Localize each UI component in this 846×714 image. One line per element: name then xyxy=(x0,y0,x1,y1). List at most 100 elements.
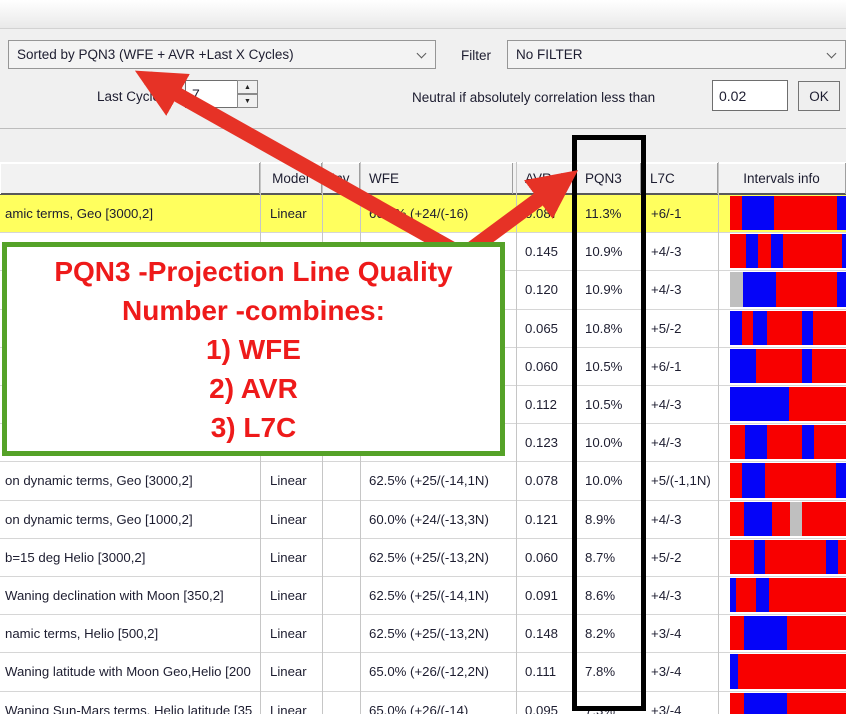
stepper-down-button[interactable]: ▼ xyxy=(237,94,258,108)
table-row[interactable]: Waning declination with Moon [350,2]Line… xyxy=(0,577,846,615)
cell-pqn3: 8.7% xyxy=(585,539,637,576)
last-cycles-label: Last Cycles xyxy=(97,89,167,104)
cell-model: Linear xyxy=(270,577,318,614)
cell-avr: 0.087 xyxy=(525,195,572,232)
interval-segment xyxy=(837,196,846,230)
intervals-bar xyxy=(730,234,846,268)
interval-segment xyxy=(802,502,846,536)
cell-l7c: +3/-4 xyxy=(651,692,714,714)
interval-segment xyxy=(730,502,744,536)
column-header-model[interactable]: Model xyxy=(260,163,322,194)
cell-model: Linear xyxy=(270,653,318,690)
interval-segment xyxy=(730,234,746,268)
intervals-bar xyxy=(730,311,846,345)
column-header-inv[interactable]: Inv xyxy=(322,163,360,194)
column-header-intervals[interactable]: Intervals info xyxy=(718,163,846,194)
table-row[interactable]: on dynamic terms, Geo [1000,2]Linear60.0… xyxy=(0,501,846,539)
interval-segment xyxy=(776,272,836,306)
chevron-down-icon xyxy=(828,50,836,58)
cell-l7c: +4/-3 xyxy=(651,424,714,461)
ok-button[interactable]: OK xyxy=(798,81,840,111)
cell-avr: 0.148 xyxy=(525,615,572,652)
interval-segment xyxy=(738,654,846,688)
grid-line xyxy=(516,162,517,714)
cell-pqn3: 8.9% xyxy=(585,501,637,538)
interval-segment xyxy=(730,311,742,345)
interval-segment xyxy=(826,540,838,574)
interval-segment xyxy=(756,349,802,383)
table-row[interactable]: amic terms, Geo [3000,2]Linear60.0% (+24… xyxy=(0,195,846,233)
cell-avr: 0.060 xyxy=(525,348,572,385)
last-cycles-stepper: ▲ ▼ xyxy=(237,80,258,108)
interval-segment xyxy=(730,349,756,383)
neutral-threshold-input[interactable]: 0.02 xyxy=(712,80,788,111)
interval-segment xyxy=(787,616,846,650)
intervals-bar xyxy=(730,349,846,383)
interval-segment xyxy=(842,234,845,268)
table-row[interactable]: Waning Sun-Mars terms, Helio latitude [3… xyxy=(0,692,846,714)
cell-name: b=15 deg Helio [3000,2] xyxy=(5,539,256,576)
cell-avr: 0.121 xyxy=(525,501,572,538)
interval-segment xyxy=(813,311,845,345)
cell-avr: 0.111 xyxy=(525,653,572,690)
column-header-name[interactable] xyxy=(0,163,260,194)
cell-avr: 0.095 xyxy=(525,692,572,714)
cell-inv xyxy=(328,539,356,576)
interval-segment xyxy=(790,502,802,536)
intervals-bar xyxy=(730,502,846,536)
cell-inv xyxy=(328,501,356,538)
column-header-l7c[interactable]: L7C xyxy=(641,163,718,194)
intervals-bar xyxy=(730,463,846,497)
last-cycles-value: 7 xyxy=(192,86,200,102)
cell-model: Linear xyxy=(270,615,318,652)
table-row[interactable]: on dynamic terms, Geo [3000,2]Linear62.5… xyxy=(0,462,846,500)
stepper-up-button[interactable]: ▲ xyxy=(237,80,258,94)
cell-pqn3: 10.9% xyxy=(585,271,637,308)
interval-segment xyxy=(772,502,791,536)
cell-avr: 0.078 xyxy=(525,462,572,499)
cell-pqn3: 8.6% xyxy=(585,577,637,614)
cell-l7c: +4/-3 xyxy=(651,233,714,270)
cell-avr: 0.091 xyxy=(525,577,572,614)
cell-l7c: +5/(-1,1N) xyxy=(651,462,714,499)
column-header-avr[interactable]: AVR xyxy=(516,163,576,194)
cell-inv xyxy=(328,577,356,614)
interval-segment xyxy=(774,196,837,230)
interval-segment xyxy=(836,463,846,497)
cell-pqn3: 8.2% xyxy=(585,615,637,652)
chevron-down-icon xyxy=(418,50,426,58)
cell-model: Linear xyxy=(270,539,318,576)
cell-name: namic terms, Helio [500,2] xyxy=(5,615,256,652)
cell-pqn3: 11.3% xyxy=(585,195,637,232)
callout-line: PQN3 -Projection Line Quality xyxy=(7,252,500,291)
column-header-pqn3[interactable]: PQN3 xyxy=(576,163,641,194)
cell-avr: 0.123 xyxy=(525,424,572,461)
cell-wfe: 62.5% (+25/(-14,1N) xyxy=(369,462,509,499)
header-backdrop-strip xyxy=(0,131,846,162)
interval-segment xyxy=(744,502,772,536)
interval-segment xyxy=(765,463,836,497)
column-header-wfe[interactable]: WFE xyxy=(360,163,513,194)
cell-pqn3: 10.5% xyxy=(585,386,637,423)
interval-segment xyxy=(743,272,777,306)
sort-mode-dropdown[interactable]: Sorted by PQN3 (WFE + AVR +Last X Cycles… xyxy=(8,40,436,69)
cell-l7c: +4/-3 xyxy=(651,271,714,308)
interval-segment xyxy=(769,578,846,612)
intervals-bar xyxy=(730,387,846,421)
cell-avr: 0.145 xyxy=(525,233,572,270)
cell-pqn3: 10.8% xyxy=(585,310,637,347)
interval-segment xyxy=(767,311,802,345)
table-row[interactable]: Waning latitude with Moon Geo,Helio [200… xyxy=(0,653,846,691)
table-row[interactable]: namic terms, Helio [500,2]Linear62.5% (+… xyxy=(0,615,846,653)
interval-segment xyxy=(746,234,758,268)
interval-segment xyxy=(730,616,744,650)
intervals-bar xyxy=(730,425,846,459)
interval-segment xyxy=(812,349,846,383)
interval-segment xyxy=(730,540,754,574)
cell-inv xyxy=(328,462,356,499)
filter-dropdown[interactable]: No FILTER xyxy=(507,40,846,69)
callout-line: 2) AVR xyxy=(7,369,500,408)
table-row[interactable]: b=15 deg Helio [3000,2]Linear62.5% (+25/… xyxy=(0,539,846,577)
filter-label: Filter xyxy=(461,48,491,63)
cell-name: Waning latitude with Moon Geo,Helio [200 xyxy=(5,653,256,690)
